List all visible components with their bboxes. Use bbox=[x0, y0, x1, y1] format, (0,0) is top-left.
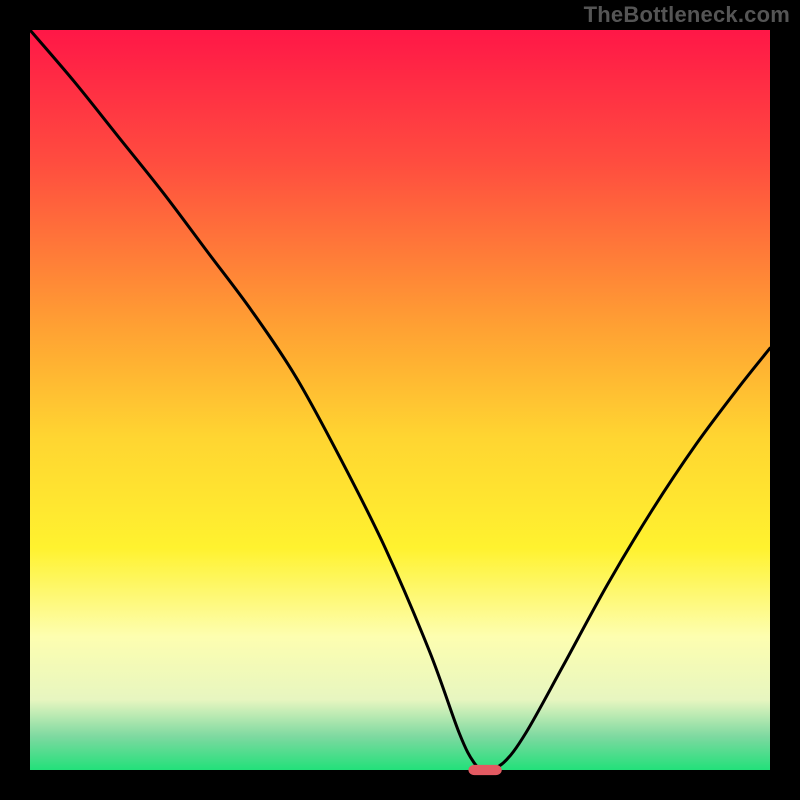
chart-frame: TheBottleneck.com bbox=[0, 0, 800, 800]
optimal-marker bbox=[468, 765, 501, 775]
watermark-text: TheBottleneck.com bbox=[584, 2, 790, 28]
plot-background bbox=[30, 30, 770, 770]
bottleneck-chart bbox=[0, 0, 800, 800]
